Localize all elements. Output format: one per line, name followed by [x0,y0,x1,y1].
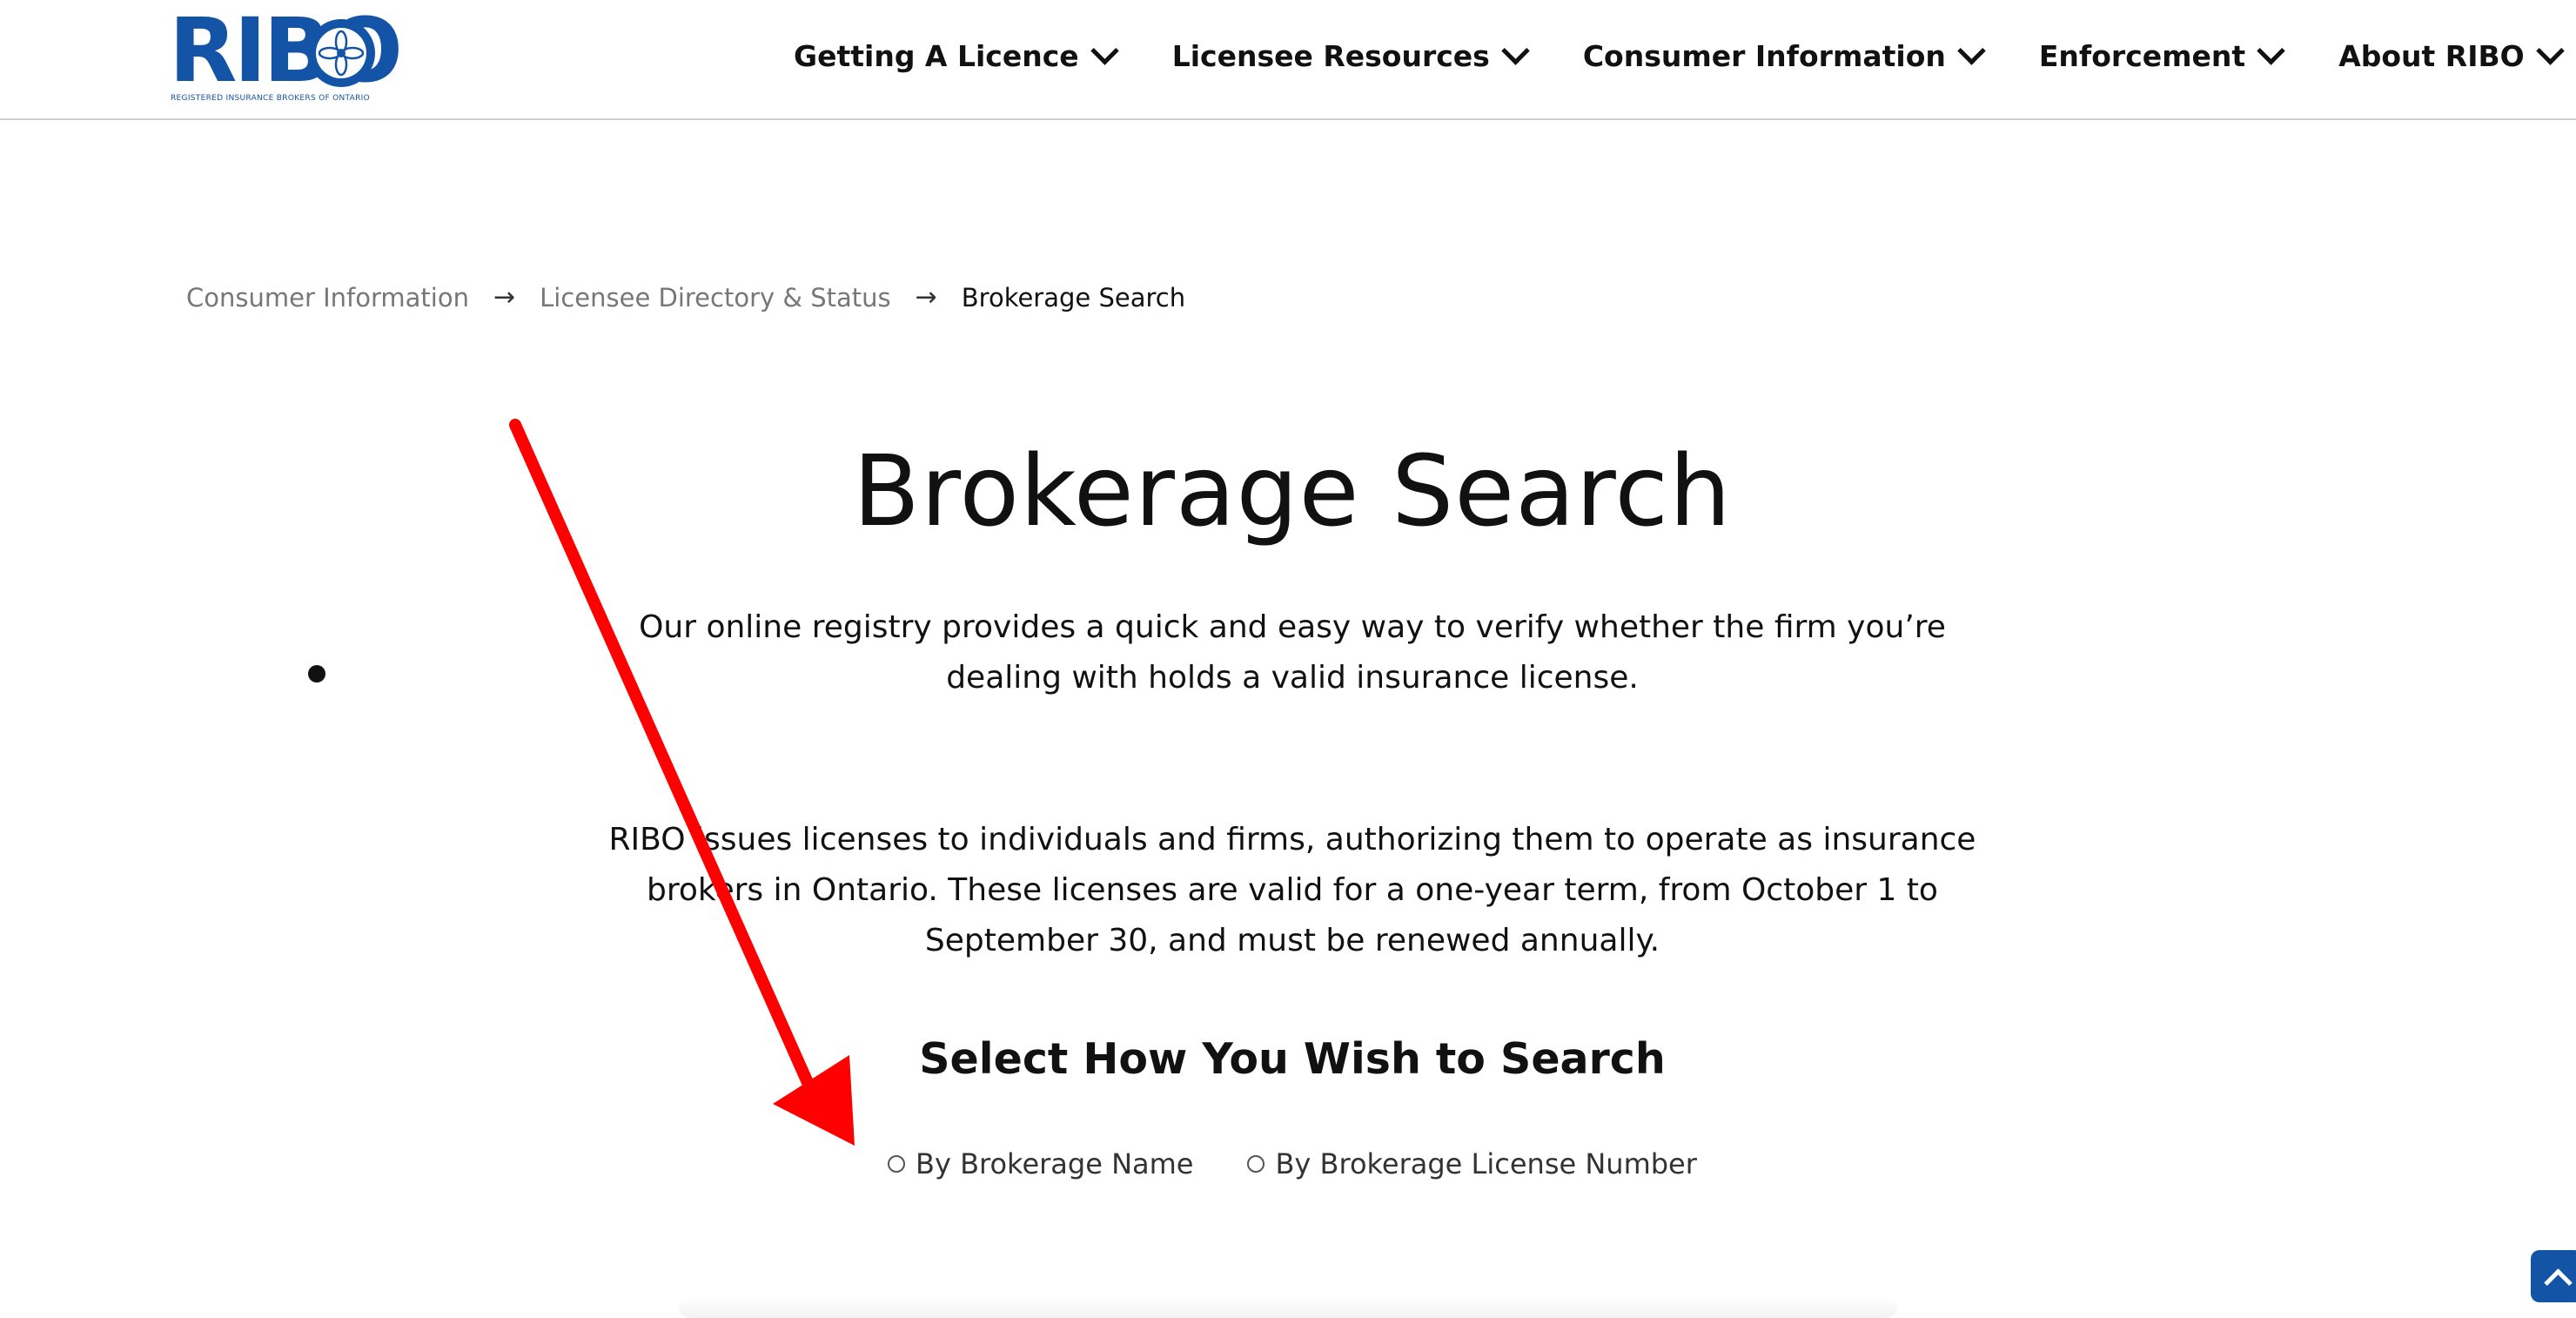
nav-getting-a-licence[interactable]: Getting A Licence [794,35,1119,77]
logo-subtitle: REGISTERED INSURANCE BROKERS OF ONTARIO [171,94,371,103]
radio-label: By Brokerage Name [916,1147,1194,1180]
breadcrumb-consumer-information[interactable]: Consumer Information [186,283,469,313]
intro-paragraph: Our online registry provides a quick and… [639,609,1946,696]
site-header: RIBO REGISTERED INSURANCE BROKERS OF ONT… [0,0,2576,120]
breadcrumb-licensee-directory[interactable]: Licensee Directory & Status [540,283,891,313]
chevron-down-icon [1957,36,1986,65]
chevron-up-icon [2544,1268,2573,1297]
scroll-to-top-button[interactable] [2531,1250,2576,1302]
search-by-name-option[interactable]: By Brokerage Name [888,1147,1193,1180]
radio-button[interactable] [888,1155,905,1173]
nav-about-ribo[interactable]: About RIBO [2338,35,2565,77]
chevron-down-icon [2257,36,2285,65]
search-method-heading: Select How You Wish to Search [919,1034,1666,1084]
main-nav: Getting A Licence Licensee Resources Con… [794,35,2565,77]
chevron-down-icon [1501,36,1530,65]
search-by-license-number-option[interactable]: By Brokerage License Number [1247,1147,1697,1180]
nav-label: Enforcement [2038,38,2246,73]
nav-licensee-resources[interactable]: Licensee Resources [1171,35,1530,77]
chevron-down-icon [2535,36,2565,65]
breadcrumb: Consumer Information → Licensee Director… [186,282,1185,313]
nav-label: Licensee Resources [1171,38,1490,73]
radio-label: By Brokerage License Number [1275,1147,1697,1180]
chevron-down-icon [1090,36,1119,65]
nav-enforcement[interactable]: Enforcement [2038,35,2285,77]
search-panel-edge [679,1297,1897,1318]
logo-emblem-icon [307,19,375,87]
nav-label: Consumer Information [1582,38,1946,73]
nav-label: About RIBO [2338,38,2525,73]
license-info-paragraph: RIBO issues licenses to individuals and … [608,822,1976,958]
cursor-dot [308,665,325,683]
arrow-right-icon: → [915,282,937,313]
nav-label: Getting A Licence [794,38,1079,73]
search-method-options: By Brokerage Name By Brokerage License N… [888,1147,1751,1180]
ribo-logo[interactable]: RIBO REGISTERED INSURANCE BROKERS OF ONT… [169,3,403,104]
nav-consumer-information[interactable]: Consumer Information [1582,35,1986,77]
radio-button[interactable] [1247,1155,1265,1173]
breadcrumb-current: Brokerage Search [961,282,1186,313]
page-title: Brokerage Search [853,435,1732,548]
arrow-right-icon: → [493,282,516,313]
